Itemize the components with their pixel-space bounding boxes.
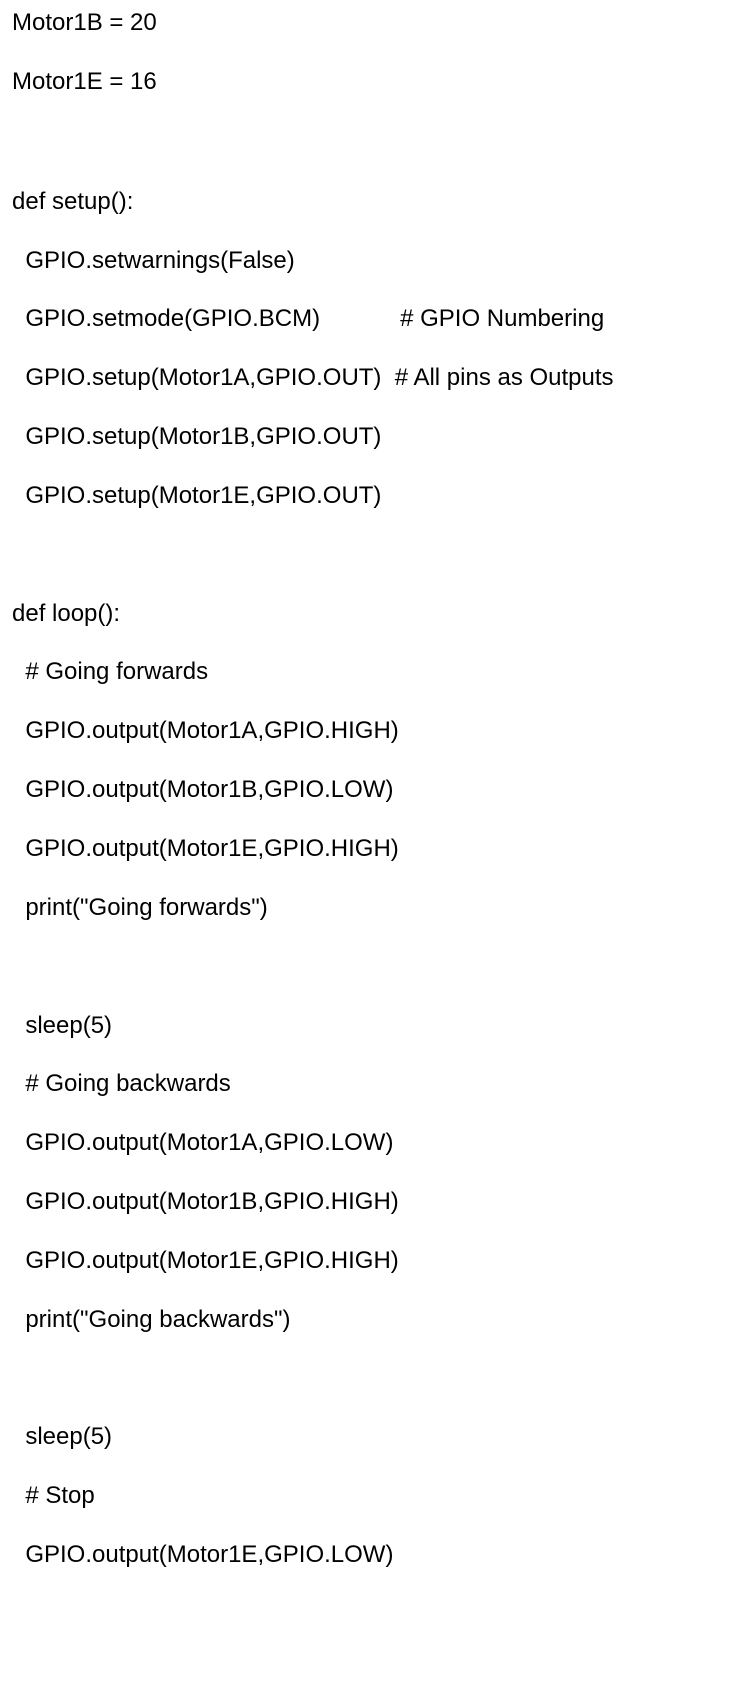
code-line: GPIO.setwarnings(False): [12, 247, 295, 274]
code-line: GPIO.setup(Motor1B,GPIO.OUT): [12, 423, 382, 450]
code-line: GPIO.output(Motor1E,GPIO.HIGH): [12, 835, 399, 862]
code-line: GPIO.output(Motor1A,GPIO.LOW): [12, 1129, 394, 1156]
code-line: GPIO.setmode(GPIO.BCM) # GPIO Numbering: [12, 305, 605, 332]
code-line: # Going forwards: [12, 658, 209, 685]
code-line: Motor1E = 16: [12, 68, 157, 95]
code-line: Motor1B = 20: [12, 9, 157, 36]
code-line: def loop():: [12, 600, 121, 627]
code-line: # Going backwards: [12, 1070, 231, 1097]
code-line: sleep(5): [12, 1423, 113, 1450]
code-line: print("Going forwards"): [12, 894, 268, 921]
code-line: GPIO.setup(Motor1E,GPIO.OUT): [12, 482, 382, 509]
code-line: print("Going backwards"): [12, 1306, 291, 1333]
code-line: GPIO.output(Motor1E,GPIO.LOW): [12, 1541, 394, 1568]
code-line: GPIO.output(Motor1E,GPIO.HIGH): [12, 1247, 399, 1274]
code-line: GPIO.setup(Motor1A,GPIO.OUT) # All pins …: [12, 364, 614, 391]
code-line: GPIO.output(Motor1B,GPIO.HIGH): [12, 1188, 399, 1215]
code-line: # Stop: [12, 1482, 95, 1509]
code-line: sleep(5): [12, 1012, 113, 1039]
code-line: def setup():: [12, 188, 134, 215]
code-line: GPIO.output(Motor1B,GPIO.LOW): [12, 776, 394, 803]
code-line: GPIO.output(Motor1A,GPIO.HIGH): [12, 717, 399, 744]
code-document: Motor1B = 20 Motor1E = 16 def setup(): G…: [0, 0, 743, 1691]
